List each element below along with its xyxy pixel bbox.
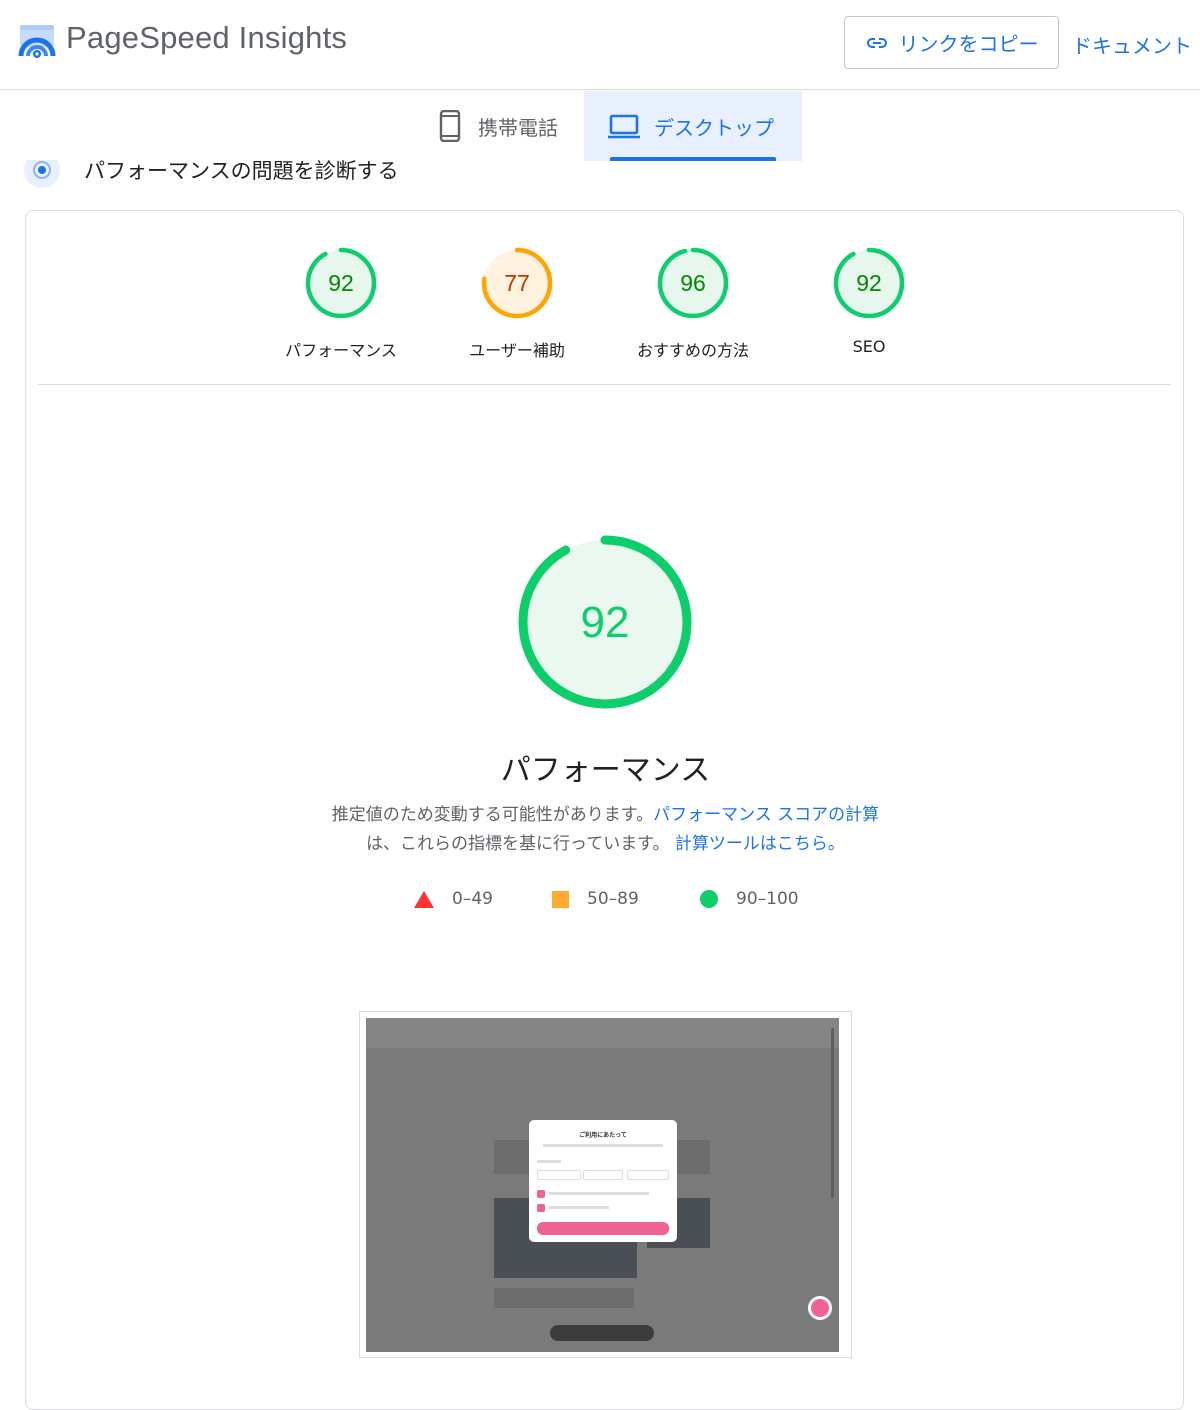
final-screenshot: ご利用にあたって bbox=[359, 1011, 852, 1358]
orange-square-icon bbox=[552, 890, 569, 908]
active-tab-indicator bbox=[610, 157, 776, 161]
legend-fail-range: 0–49 bbox=[452, 889, 493, 909]
screenshot-agree-button bbox=[537, 1222, 669, 1235]
gauge-seo-label: SEO bbox=[852, 337, 886, 356]
screenshot-chat-bubble bbox=[808, 1296, 832, 1320]
score-gauge: 92 bbox=[305, 247, 377, 319]
screenshot-modal-text bbox=[543, 1144, 663, 1147]
link-icon bbox=[866, 37, 887, 48]
tab-mobile[interactable]: 携帯電話 bbox=[412, 91, 584, 161]
red-triangle-icon bbox=[414, 890, 434, 908]
screenshot-consent-text-2 bbox=[549, 1206, 609, 1209]
gauge-performance-score: 92 bbox=[328, 270, 354, 296]
screenshot-day-select bbox=[627, 1170, 669, 1180]
smartphone-icon bbox=[439, 110, 461, 142]
description-text-2: は、これらの指標を基に行っています。 bbox=[366, 834, 670, 854]
gauge-performance[interactable]: 92 パフォーマンス bbox=[266, 245, 416, 361]
legend-average: 50–89 bbox=[552, 889, 639, 909]
calculator-link[interactable]: 計算ツールはこちら。 bbox=[675, 834, 845, 854]
gauge-seo-score: 92 bbox=[856, 270, 882, 296]
documentation-link[interactable]: ドキュメント bbox=[1072, 30, 1192, 59]
screenshot-site-header bbox=[366, 1018, 839, 1048]
score-gauge: 92 bbox=[833, 247, 905, 319]
main-score-gauge: 92 bbox=[518, 535, 692, 709]
category-gauges: 92 パフォーマンス 77 ユーザー補助 96 おすすめの方法 92 SEO bbox=[266, 245, 946, 375]
copy-link-label: リンクをコピー bbox=[898, 32, 1039, 56]
green-circle-icon bbox=[700, 890, 718, 908]
screenshot-checkbox-1 bbox=[537, 1190, 545, 1198]
screenshot-scrollbar bbox=[831, 1028, 834, 1198]
score-gauge: 77 bbox=[481, 247, 553, 319]
gauge-best-practices-label: おすすめの方法 bbox=[636, 341, 749, 360]
copy-link-button[interactable]: リンクをコピー bbox=[844, 16, 1059, 69]
tab-desktop[interactable]: デスクトップ bbox=[584, 91, 802, 161]
gauge-best-practices[interactable]: 96 おすすめの方法 bbox=[618, 245, 768, 361]
main-score-value: 92 bbox=[581, 598, 630, 647]
screenshot-modal-label bbox=[537, 1160, 561, 1163]
report-card: 92 パフォーマンス 77 ユーザー補助 96 おすすめの方法 92 SEO 9… bbox=[25, 210, 1184, 1410]
legend-average-range: 50–89 bbox=[587, 889, 639, 909]
gauge-accessibility-score: 77 bbox=[504, 270, 530, 296]
legend-pass: 90–100 bbox=[700, 889, 799, 909]
tab-mobile-label: 携帯電話 bbox=[478, 115, 558, 140]
main-score-title: パフォーマンス bbox=[500, 753, 711, 788]
score-description: 推定値のため変動する可能性があります。パフォーマンス スコアの計算 は、これらの… bbox=[26, 801, 1185, 859]
laptop-icon bbox=[608, 114, 640, 139]
screenshot-consent-modal: ご利用にあたって bbox=[529, 1120, 677, 1242]
legend-fail: 0–49 bbox=[414, 889, 493, 909]
score-legend: 0–49 50–89 90–100 bbox=[414, 889, 834, 915]
legend-pass-range: 90–100 bbox=[736, 889, 799, 909]
tab-desktop-label: デスクトップ bbox=[654, 115, 774, 140]
screenshot-year-select bbox=[537, 1170, 581, 1180]
screenshot-checkbox-2 bbox=[537, 1204, 545, 1212]
app-title: PageSpeed Insights bbox=[66, 20, 348, 55]
gauge-accessibility-label: ユーザー補助 bbox=[469, 341, 565, 360]
pagespeed-logo-icon[interactable] bbox=[18, 24, 56, 60]
gauges-divider bbox=[38, 384, 1171, 385]
score-gauge: 96 bbox=[657, 247, 729, 319]
screenshot-toolbar bbox=[550, 1325, 654, 1341]
screenshot-month-select bbox=[583, 1170, 623, 1180]
screenshot-article-text bbox=[494, 1288, 634, 1308]
device-tabs: 携帯電話 デスクトップ bbox=[0, 91, 1200, 161]
description-text-1: 推定値のため変動する可能性があります。 bbox=[331, 805, 654, 825]
gauge-seo[interactable]: 92 SEO bbox=[794, 245, 944, 356]
top-header: PageSpeed Insights リンクをコピー ドキュメント bbox=[0, 0, 1200, 90]
gauge-performance-label: パフォーマンス bbox=[285, 341, 397, 360]
score-calculation-link[interactable]: パフォーマンス スコアの計算 bbox=[653, 805, 879, 825]
gauge-accessibility[interactable]: 77 ユーザー補助 bbox=[442, 245, 592, 361]
screenshot-consent-text-1 bbox=[549, 1192, 649, 1195]
screenshot-modal-title: ご利用にあたって bbox=[579, 1132, 627, 1139]
screenshot-image: ご利用にあたって bbox=[366, 1018, 839, 1352]
gauge-best-practices-score: 96 bbox=[680, 270, 706, 296]
